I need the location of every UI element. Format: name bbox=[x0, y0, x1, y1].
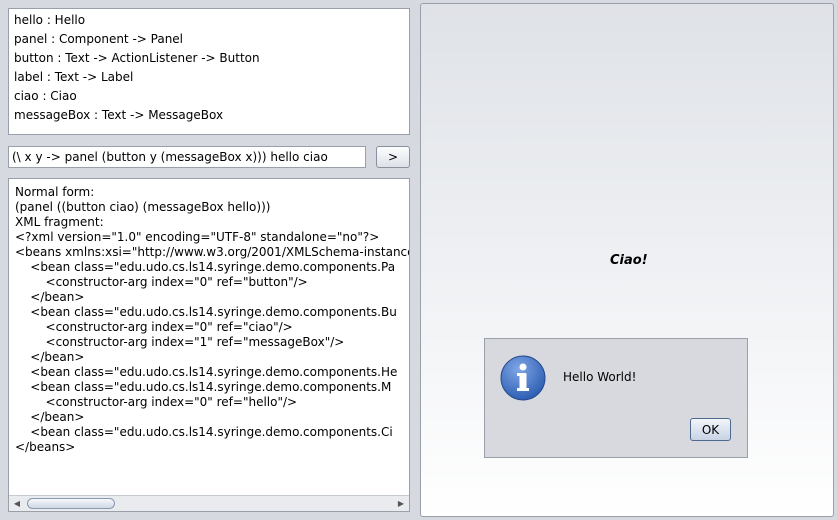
output-line: <constructor-arg index="0" ref="ciao"/> bbox=[15, 320, 293, 334]
scroll-left-icon[interactable]: ◀ bbox=[9, 496, 25, 511]
type-declaration: ciao : Ciao bbox=[14, 89, 77, 103]
output-line: </bean> bbox=[15, 410, 85, 424]
output-line: XML fragment: bbox=[15, 215, 104, 229]
output-line: <constructor-arg index="0" ref="button"/… bbox=[15, 275, 308, 289]
output-line: <constructor-arg index="0" ref="hello"/> bbox=[15, 395, 298, 409]
output-line: </bean> bbox=[15, 350, 85, 364]
evaluate-button[interactable]: > bbox=[376, 146, 410, 168]
output-line: Normal form: bbox=[15, 185, 95, 199]
ciao-label: Ciao! bbox=[610, 253, 648, 268]
type-declaration: hello : Hello bbox=[14, 13, 86, 27]
type-declarations-list: hello : Hello panel : Component -> Panel b… bbox=[8, 8, 410, 135]
output-line: <?xml version="1.0" encoding="UTF-8" sta… bbox=[15, 230, 380, 244]
type-declaration: button : Text -> ActionListener -> Butto… bbox=[14, 51, 260, 65]
message-box-dialog: Hello World! OK bbox=[484, 338, 748, 458]
output-text: Normal form: (panel ((button ciao) (messa… bbox=[15, 185, 409, 493]
output-line: </bean> bbox=[15, 290, 85, 304]
scrollbar-thumb[interactable] bbox=[27, 498, 115, 509]
output-line: <bean class="edu.udo.cs.ls14.syringe.dem… bbox=[15, 365, 398, 379]
scroll-right-icon[interactable]: ▶ bbox=[393, 496, 409, 511]
ok-button[interactable]: OK bbox=[690, 418, 731, 441]
expression-input[interactable] bbox=[8, 146, 366, 168]
output-line: <beans xmlns:xsi="http://www.w3.org/2001… bbox=[15, 245, 409, 259]
info-icon bbox=[500, 355, 546, 401]
output-line: <bean class="edu.udo.cs.ls14.syringe.dem… bbox=[15, 380, 392, 394]
output-text-area[interactable]: Normal form: (panel ((button ciao) (messa… bbox=[8, 178, 410, 512]
output-line: <constructor-arg index="1" ref="messageB… bbox=[15, 335, 345, 349]
type-declaration: panel : Component -> Panel bbox=[14, 32, 184, 46]
output-line: </beans> bbox=[15, 440, 76, 454]
output-line: <bean class="edu.udo.cs.ls14.syringe.dem… bbox=[15, 260, 396, 274]
output-line: <bean class="edu.udo.cs.ls14.syringe.dem… bbox=[15, 305, 397, 319]
horizontal-scrollbar[interactable]: ◀ ▶ bbox=[9, 495, 409, 511]
message-text: Hello World! bbox=[563, 370, 637, 384]
output-line: (panel ((button ciao) (messageBox hello)… bbox=[15, 200, 271, 214]
output-line: <bean class="edu.udo.cs.ls14.syringe.dem… bbox=[15, 425, 393, 439]
type-declaration: messageBox : Text -> MessageBox bbox=[14, 108, 224, 122]
type-declaration: label : Text -> Label bbox=[14, 70, 134, 84]
